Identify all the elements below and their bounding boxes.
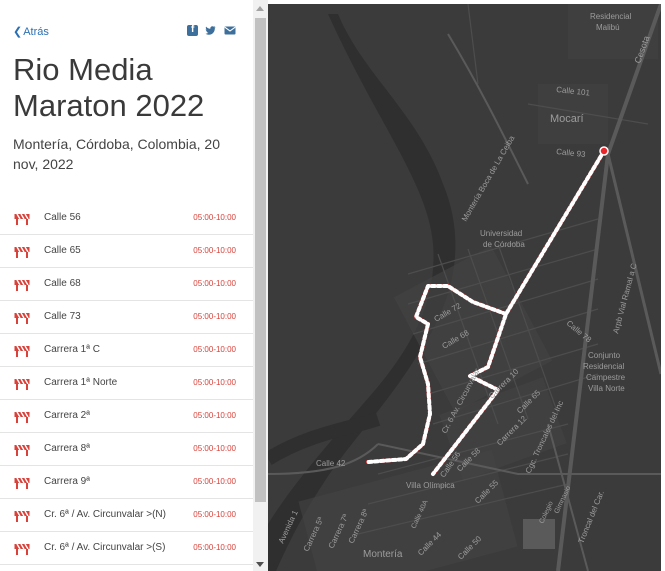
- road-barrier-icon: [14, 344, 30, 357]
- map-label-calle42: Calle 42: [316, 459, 346, 468]
- event-title: Rio Media Maraton 2022: [13, 52, 205, 123]
- road-barrier-icon: [14, 476, 30, 489]
- closure-time: 05:00-10:00: [193, 246, 236, 255]
- facebook-icon[interactable]: f: [187, 24, 198, 36]
- closure-row[interactable]: Calle 68 05:00-10:00: [0, 268, 253, 301]
- event-subtitle: Montería, Córdoba, Colombia, 20 nov, 202…: [13, 136, 220, 172]
- map-label-residencialc: Residencial: [583, 362, 625, 371]
- map-label-arpb: Arpb Vial Ramal a C: [611, 262, 638, 334]
- panel-header: ❮Atrás f: [0, 0, 253, 38]
- road-barrier-icon: [14, 410, 30, 423]
- road-barrier-icon: [14, 278, 30, 291]
- map-label-universidad: Universidad: [480, 229, 522, 238]
- map-label-villaolimpica: Villa Olímpica: [406, 481, 455, 490]
- closure-time: 05:00-10:00: [193, 378, 236, 387]
- closure-street-name: Calle 73: [44, 311, 81, 322]
- closure-street-name: Calle 65: [44, 245, 81, 256]
- map-label-villanorte: Villa Norte: [588, 384, 625, 393]
- closure-street-name: Carrera 8ª: [44, 443, 90, 454]
- closure-row[interactable]: Carrera 1ª Norte 05:00-10:00: [0, 367, 253, 400]
- closure-street-name: Cr. 6ª / Av. Circunvalar >(N): [44, 509, 166, 520]
- closure-row[interactable]: Carrera 8ª 05:00-10:00: [0, 433, 253, 466]
- road-barrier-icon: [14, 311, 30, 324]
- event-panel: ❮Atrás f Rio Media Maraton 2022 Montería…: [0, 0, 253, 571]
- closure-row[interactable]: Calle 73 05:00-10:00: [0, 301, 253, 334]
- map-label-bocaceiba: Montería Boca de La Ceiba: [460, 134, 517, 223]
- chevron-left-icon: ❮: [13, 26, 23, 38]
- closure-time: 05:00-10:00: [193, 279, 236, 288]
- closure-time: 05:00-10:00: [193, 477, 236, 486]
- closure-row[interactable]: Cr. 6ª / Av. Circunvalar >(N) 05:00-10:00: [0, 499, 253, 532]
- back-link[interactable]: ❮Atrás: [13, 25, 49, 38]
- map-label-residencial: Residencial: [590, 12, 632, 21]
- closure-time: 05:00-10:00: [193, 312, 236, 321]
- road-barrier-icon: [14, 212, 30, 225]
- map-label-conjunto: Conjunto: [588, 351, 621, 360]
- closure-time: 05:00-10:00: [193, 411, 236, 420]
- closure-row[interactable]: Calle 56 05:00-10:00: [0, 202, 253, 235]
- map-label-troncal: Troncal del Car.: [577, 489, 606, 544]
- closure-time: 05:00-10:00: [193, 444, 236, 453]
- closure-row[interactable]: Carrera 2ª 05:00-10:00: [0, 400, 253, 433]
- closure-time: 05:00-10:00: [193, 543, 236, 552]
- panel-scrollbar[interactable]: [253, 0, 268, 571]
- road-barrier-icon: [14, 443, 30, 456]
- closure-row[interactable]: Calle 65 05:00-10:00: [0, 235, 253, 268]
- closure-street-name: Carrera 1ª C: [44, 344, 100, 355]
- scroll-up-arrow-icon[interactable]: [256, 6, 264, 11]
- closure-street-name: Carrera 2ª: [44, 410, 90, 421]
- closure-time: 05:00-10:00: [193, 510, 236, 519]
- road-barrier-icon: [14, 377, 30, 390]
- scroll-thumb[interactable]: [255, 18, 266, 502]
- route-map[interactable]: Residencial Malibú Calle 101 Mocarí Calle 93…: [268, 4, 661, 571]
- road-barrier-icon: [14, 245, 30, 258]
- route-start-marker: [599, 146, 609, 156]
- scroll-down-arrow-icon[interactable]: [256, 562, 264, 567]
- twitter-icon[interactable]: [205, 25, 216, 36]
- map-canvas: ResidencialMalibúCalle 101MocaríCalle 93…: [268, 4, 661, 571]
- closure-street-name: Carrera 1ª Norte: [44, 377, 118, 388]
- map-label-monteria: Montería: [363, 549, 403, 560]
- closure-row[interactable]: Cr. 6ª / Av. Circunvalar >(S) 05:00-10:00: [0, 532, 253, 565]
- closure-time: 05:00-10:00: [193, 213, 236, 222]
- map-label-decordoba: de Córdoba: [483, 240, 525, 249]
- closure-list: Calle 56 05:00-10:00 Calle 65 05:00-10:00 Ca…: [0, 202, 253, 565]
- closure-time: 05:00-10:00: [193, 345, 236, 354]
- map-label-malibu: Malibú: [596, 23, 620, 32]
- building-block: [523, 519, 555, 549]
- road-barrier-icon: [14, 542, 30, 555]
- closure-row[interactable]: Carrera 1ª C 05:00-10:00: [0, 334, 253, 367]
- closure-street-name: Calle 56: [44, 212, 81, 223]
- closure-street-name: Carrera 9ª: [44, 476, 90, 487]
- road-barrier-icon: [14, 509, 30, 522]
- closure-row[interactable]: Carrera 9ª 05:00-10:00: [0, 466, 253, 499]
- back-label: Atrás: [23, 26, 49, 38]
- map-label-mocari: Mocarí: [550, 113, 584, 125]
- closure-street-name: Calle 68: [44, 278, 81, 289]
- closure-street-name: Cr. 6ª / Av. Circunvalar >(S): [44, 542, 166, 553]
- map-label-campestre: Campestre: [586, 373, 626, 382]
- mail-icon[interactable]: [224, 25, 236, 36]
- map-label-calle93: Calle 93: [556, 147, 587, 159]
